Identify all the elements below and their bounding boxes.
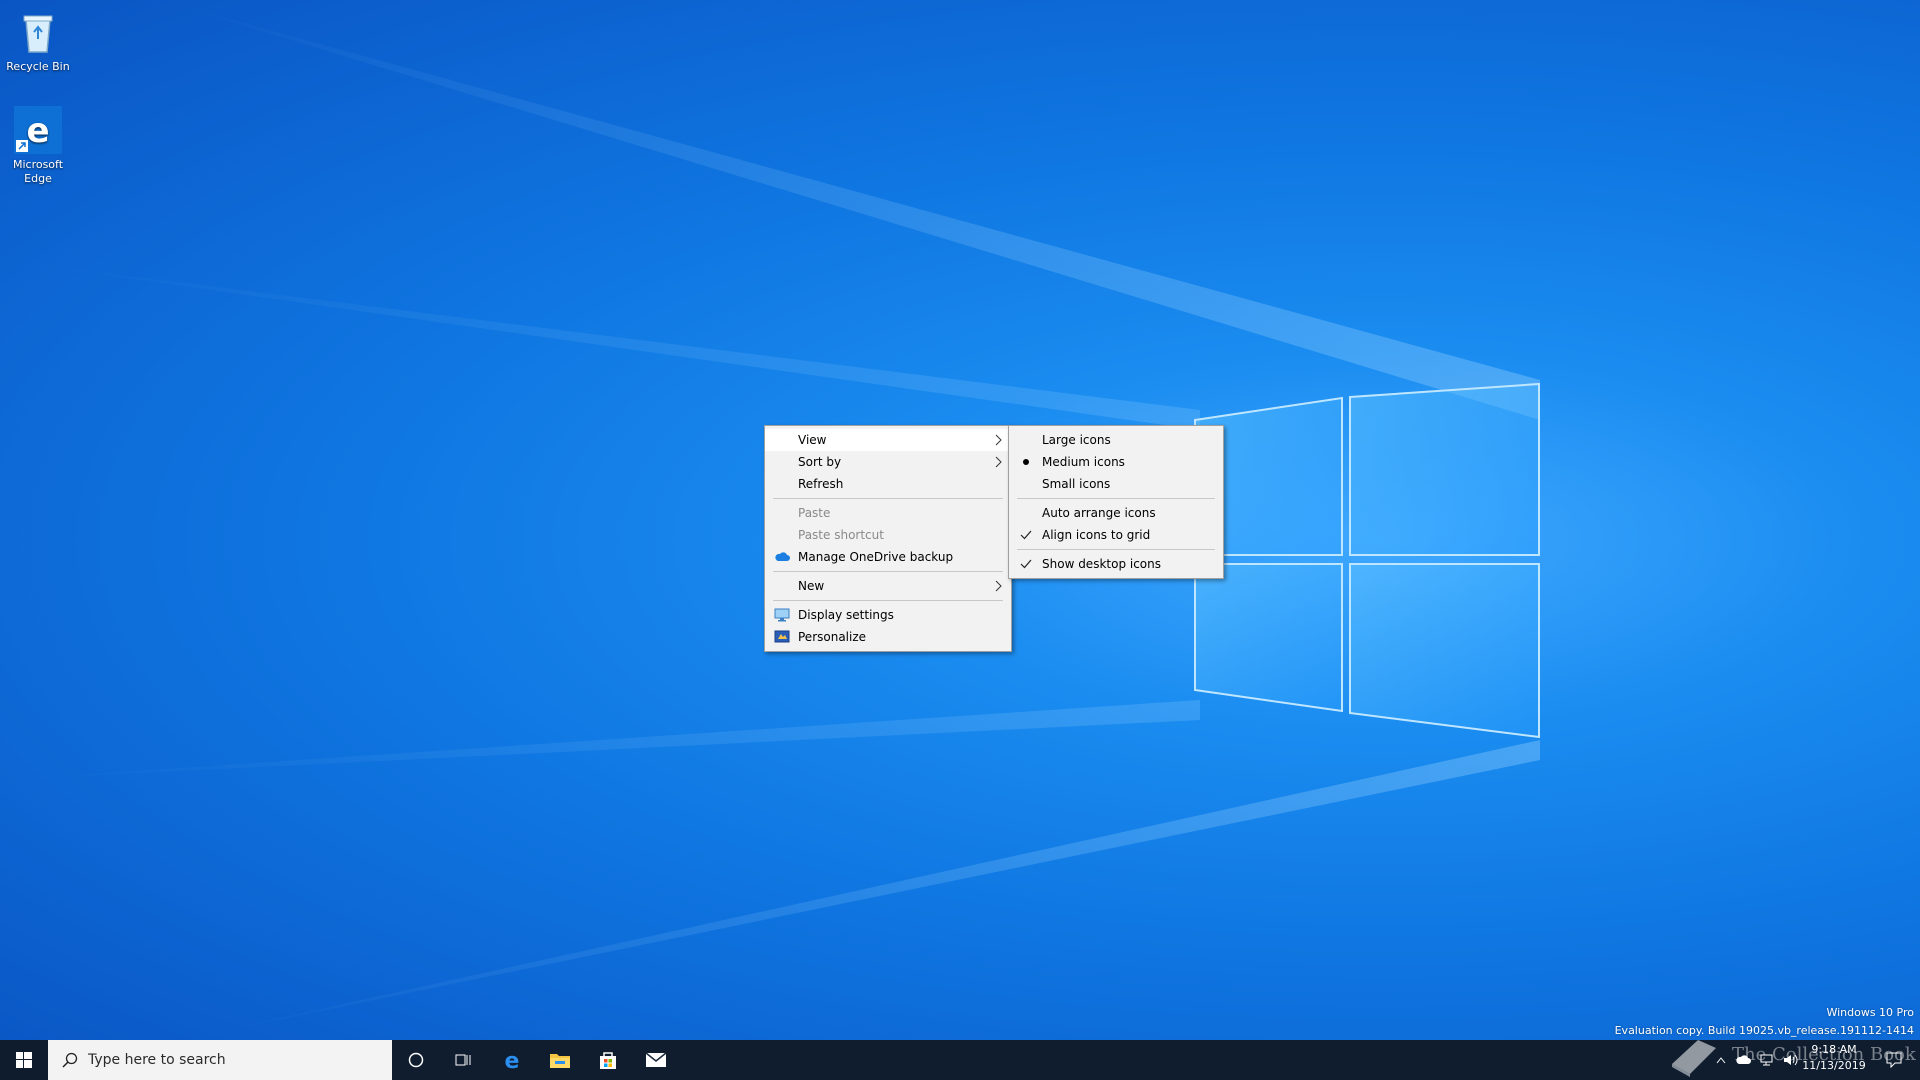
menu-item-display-settings[interactable]: Display settings: [765, 604, 1011, 626]
start-button[interactable]: [0, 1040, 48, 1080]
search-icon: [62, 1052, 78, 1068]
menu-item-label: View: [798, 433, 827, 447]
edge-icon: e: [505, 1049, 520, 1071]
menu-separator: [1017, 549, 1215, 550]
menu-item-manage-onedrive-backup[interactable]: Manage OneDrive backup: [765, 546, 1011, 568]
chevron-right-icon: [995, 429, 1003, 451]
check-icon: [1017, 553, 1035, 575]
taskbar-edge-button[interactable]: e: [488, 1040, 536, 1080]
taskbar-clock[interactable]: 9:18 AM 11/13/2019: [1796, 1042, 1872, 1074]
menu-item-new[interactable]: New: [765, 575, 1011, 597]
clock-date: 11/13/2019: [1802, 1059, 1866, 1072]
taskbar-search-box[interactable]: Type here to search: [48, 1040, 392, 1080]
task-view-button[interactable]: [440, 1040, 488, 1080]
submenu-item-show-desktop-icons[interactable]: Show desktop icons: [1009, 553, 1223, 575]
taskbar-file-explorer-button[interactable]: [536, 1040, 584, 1080]
menu-item-sort-by[interactable]: Sort by: [765, 451, 1011, 473]
windows-logo: [1194, 382, 1540, 739]
menu-item-label: Medium icons: [1042, 455, 1125, 469]
svg-text:e: e: [505, 1049, 520, 1071]
windows-start-icon: [16, 1052, 32, 1068]
view-submenu: Large icons Medium icons Small icons Aut…: [1008, 425, 1224, 579]
desktop-icon-microsoft-edge[interactable]: e Microsoft Edge: [0, 106, 76, 186]
action-center-button[interactable]: [1876, 1040, 1912, 1080]
cortana-button[interactable]: [392, 1040, 440, 1080]
onedrive-icon: [773, 546, 791, 568]
menu-item-label: Auto arrange icons: [1042, 506, 1156, 520]
task-view-icon: [455, 1054, 471, 1066]
menu-item-label: Align icons to grid: [1042, 528, 1151, 542]
chevron-up-icon: [1716, 1057, 1726, 1064]
display-icon: [773, 604, 791, 626]
menu-item-label: Paste: [798, 506, 831, 520]
mail-icon: [645, 1052, 667, 1067]
file-explorer-icon: [550, 1054, 570, 1068]
menu-item-personalize[interactable]: Personalize: [765, 626, 1011, 648]
desktop-context-menu: View Sort by Refresh Paste Paste shortcu…: [764, 425, 1012, 652]
search-placeholder: Type here to search: [88, 1052, 226, 1068]
show-hidden-icons-button[interactable]: [1710, 1040, 1732, 1080]
menu-item-paste: Paste: [765, 502, 1011, 524]
desktop-icon-recycle-bin[interactable]: Recycle Bin: [0, 8, 76, 74]
menu-item-label: New: [798, 579, 825, 593]
menu-item-label: Sort by: [798, 455, 842, 469]
menu-item-paste-shortcut: Paste shortcut: [765, 524, 1011, 546]
personalize-icon: [773, 626, 791, 648]
check-icon: [1017, 524, 1035, 546]
onedrive-icon: [1736, 1055, 1751, 1064]
menu-item-label: Personalize: [798, 630, 867, 644]
edition-watermark: Windows 10 Pro: [1826, 1006, 1914, 1019]
onedrive-tray-button[interactable]: [1732, 1040, 1754, 1080]
chevron-right-icon: [995, 451, 1003, 473]
edge-icon: e: [14, 106, 62, 154]
submenu-item-small-icons[interactable]: Small icons: [1009, 473, 1223, 495]
menu-item-label: Refresh: [798, 477, 844, 491]
chevron-right-icon: [995, 575, 1003, 597]
recycle-bin-icon: [14, 8, 62, 56]
network-icon: [1760, 1054, 1773, 1066]
menu-separator: [773, 600, 1003, 601]
store-icon: [600, 1052, 616, 1069]
taskbar-store-button[interactable]: [584, 1040, 632, 1080]
menu-item-label: Show desktop icons: [1042, 557, 1162, 571]
desktop-icon-label: Recycle Bin: [6, 60, 70, 73]
bullet-icon: [1017, 451, 1035, 473]
menu-item-view[interactable]: View: [765, 429, 1011, 451]
cortana-icon: [408, 1052, 424, 1068]
submenu-item-large-icons[interactable]: Large icons: [1009, 429, 1223, 451]
menu-item-label: Large icons: [1042, 433, 1111, 447]
notification-icon: [1886, 1052, 1902, 1068]
menu-item-label: Manage OneDrive backup: [798, 550, 954, 564]
submenu-item-medium-icons[interactable]: Medium icons: [1009, 451, 1223, 473]
menu-item-label: Paste shortcut: [798, 528, 884, 542]
menu-item-label: Display settings: [798, 608, 894, 622]
menu-separator: [773, 571, 1003, 572]
menu-separator: [1017, 498, 1215, 499]
network-tray-button[interactable]: [1756, 1040, 1778, 1080]
taskbar-mail-button[interactable]: [632, 1040, 680, 1080]
svg-text:e: e: [26, 111, 49, 151]
desktop-icon-label: Microsoft Edge: [12, 158, 64, 185]
menu-separator: [773, 498, 1003, 499]
taskbar: Type here to search e: [0, 1040, 1920, 1080]
submenu-item-align-icons-to-grid[interactable]: Align icons to grid: [1009, 524, 1223, 546]
clock-time: 9:18 AM: [1811, 1043, 1857, 1056]
menu-item-label: Small icons: [1042, 477, 1111, 491]
submenu-item-auto-arrange-icons[interactable]: Auto arrange icons: [1009, 502, 1223, 524]
build-watermark: Evaluation copy. Build 19025.vb_release.…: [1614, 1024, 1914, 1037]
menu-item-refresh[interactable]: Refresh: [765, 473, 1011, 495]
